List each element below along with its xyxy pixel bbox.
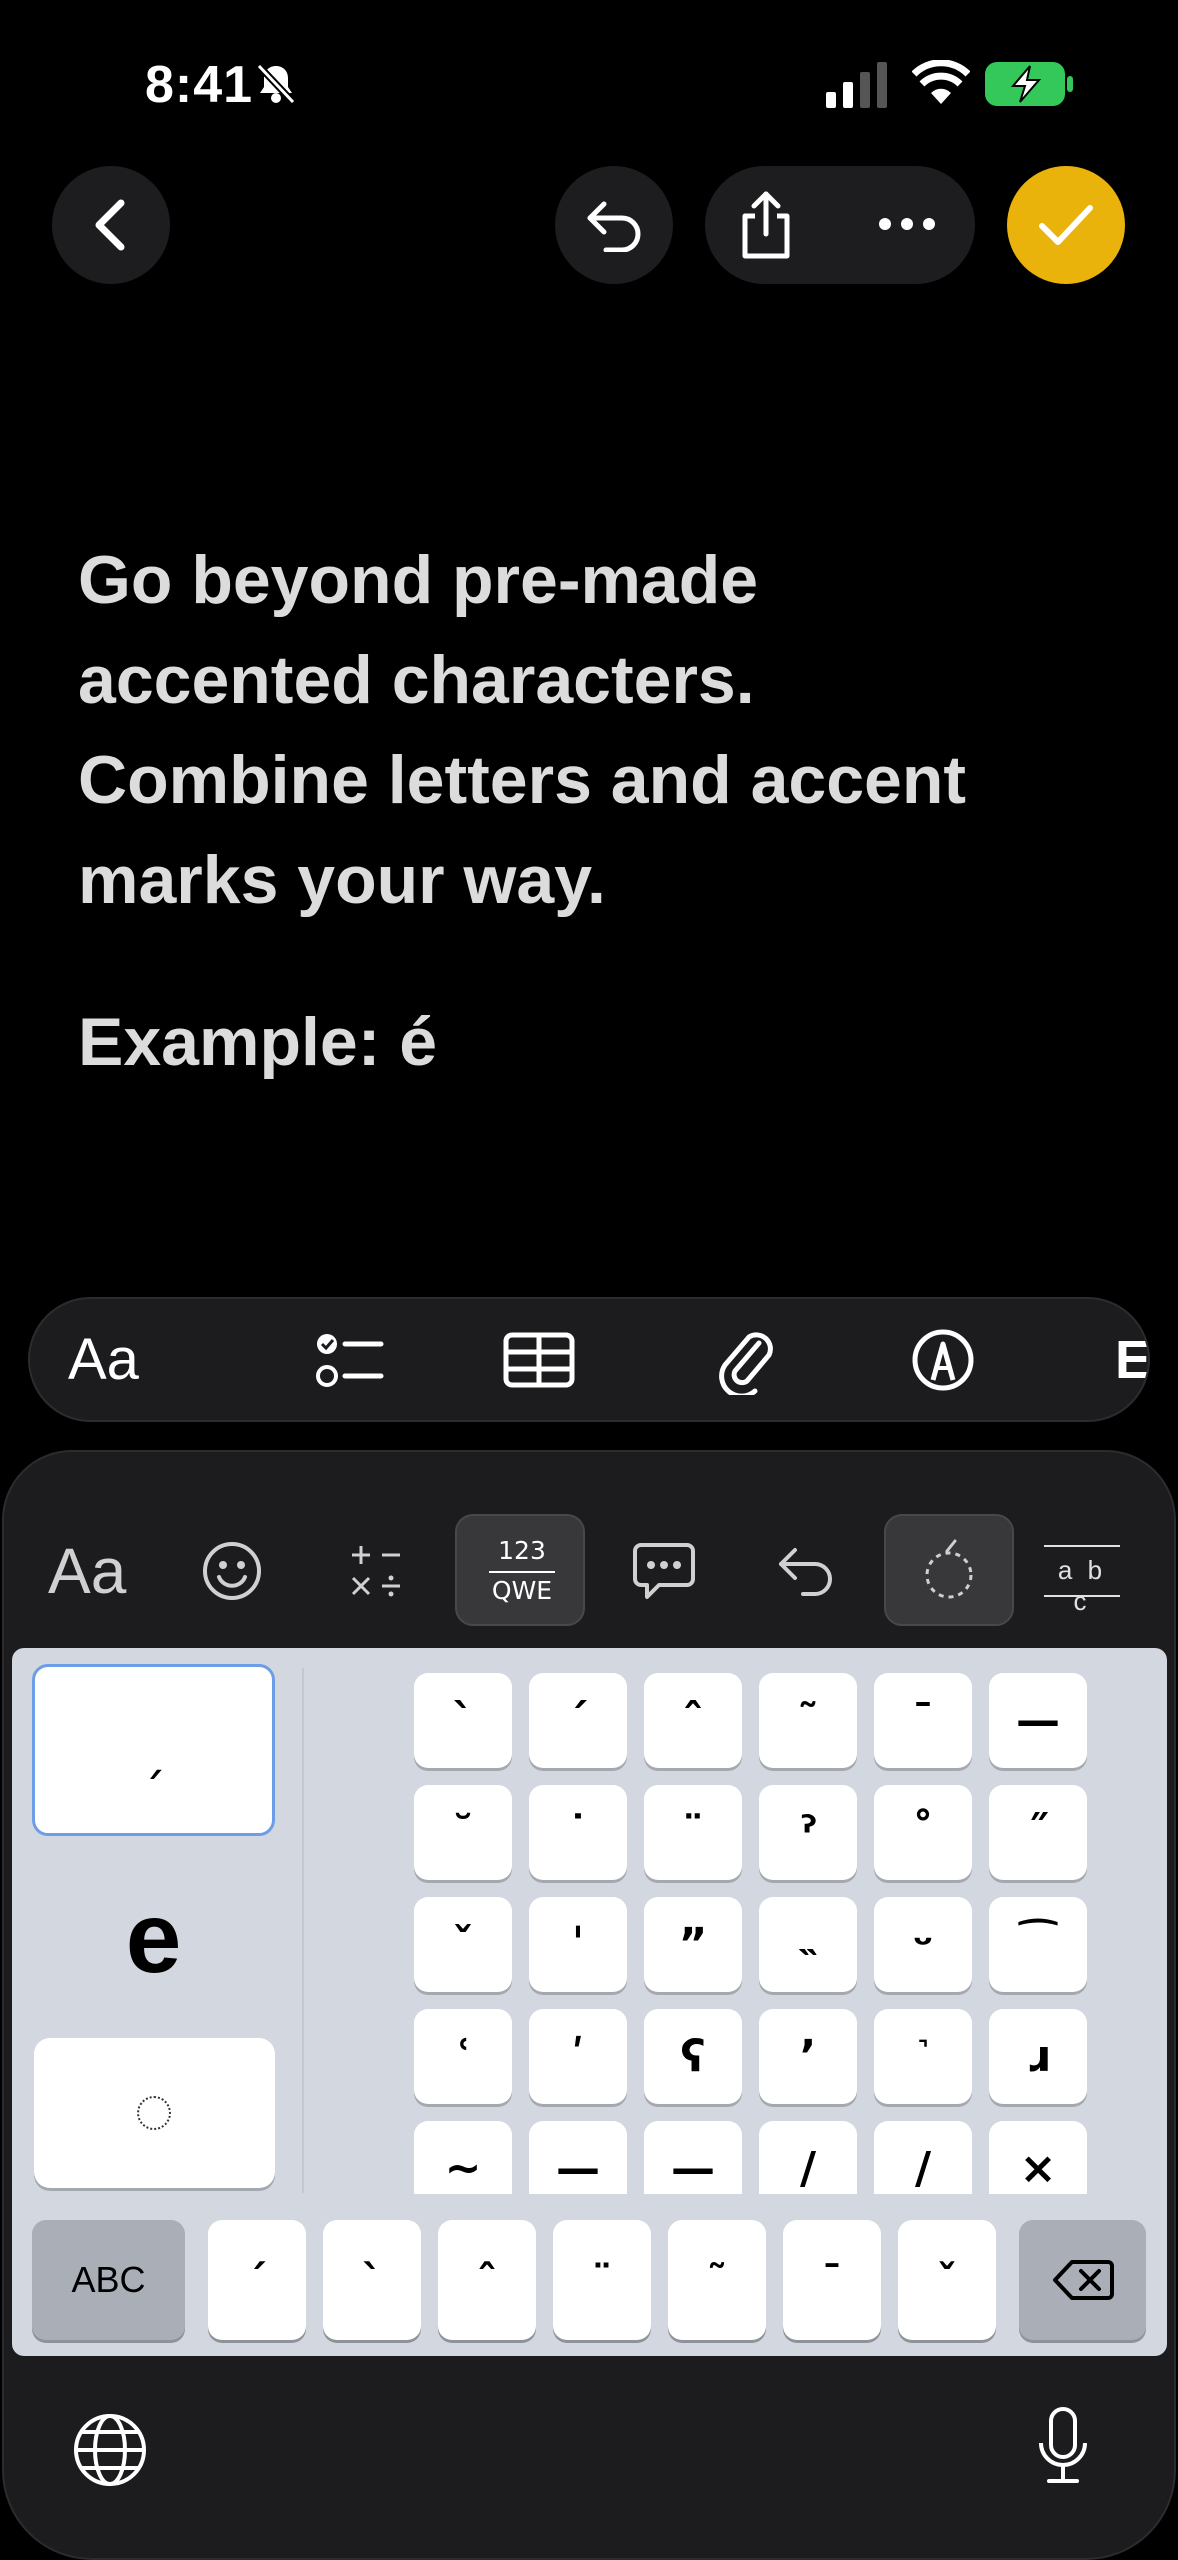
base-letter: e — [125, 1881, 182, 1994]
keyboard-mode-button[interactable]: 123 QWE — [455, 1514, 585, 1626]
math-symbols-button[interactable] — [348, 1515, 404, 1627]
accent-mark-key[interactable]: × — [989, 2121, 1087, 2194]
globe-icon[interactable] — [72, 2412, 148, 2488]
note-line: accented characters. — [78, 642, 755, 718]
share-more-group — [705, 166, 975, 284]
accent-mark-key[interactable]: — — [644, 2121, 742, 2194]
emoji-icon — [203, 1542, 261, 1600]
divider — [302, 1668, 304, 2193]
accent-mark-key[interactable]: — — [989, 1673, 1087, 1768]
dotted-circle-icon — [137, 2096, 171, 2130]
accent-mark-key[interactable]: / — [759, 2121, 857, 2194]
mode-bottom-label: QWE — [491, 1576, 553, 1605]
accent-mark-key[interactable]: ˵ — [759, 1897, 857, 1992]
format-toolbar: Aa E — [28, 1297, 1150, 1422]
lowercase-label: a b c — [1057, 1555, 1107, 1616]
accent-mark-key[interactable]: ˇ — [414, 1897, 512, 1992]
accent-mark-key[interactable]: / — [874, 2121, 972, 2194]
accent-mark-key[interactable]: ˚ — [874, 1785, 972, 1880]
combining-mark-button[interactable] — [884, 1514, 1014, 1626]
accent-mark-key[interactable]: ʹ — [529, 2009, 627, 2104]
accent-mark-key[interactable]: ɹ — [989, 2009, 1087, 2104]
undo-icon — [779, 1548, 832, 1596]
wifi-icon — [912, 60, 970, 104]
quick-mark-key[interactable]: ˋ — [323, 2220, 421, 2340]
quick-mark-key[interactable]: ¨ — [553, 2220, 651, 2340]
accent-mark-key[interactable]: ˆ — [644, 1673, 742, 1768]
accent-mark-key[interactable]: ˜ — [759, 1673, 857, 1768]
clipped-toolbar-item[interactable]: E — [1115, 1299, 1148, 1420]
undo-key[interactable] — [775, 1515, 837, 1627]
checklist-icon — [316, 1333, 384, 1387]
quick-mark-key[interactable]: ˜ — [668, 2220, 766, 2340]
delete-icon — [1052, 2260, 1114, 2300]
share-icon[interactable] — [735, 190, 797, 260]
accent-mark-key[interactable]: ~ — [414, 2121, 512, 2194]
status-time: 8:41 — [145, 56, 254, 114]
accent-mark-key[interactable]: ˘ — [414, 1785, 512, 1880]
accent-mark-key[interactable]: ˋ — [414, 1673, 512, 1768]
quick-mark-key[interactable]: ˇ — [898, 2220, 996, 2340]
attachment-icon — [719, 1331, 773, 1395]
speech-bubble-button[interactable] — [631, 1515, 697, 1627]
markup-button[interactable] — [911, 1299, 975, 1420]
chevron-left-icon — [95, 199, 125, 251]
accent-mark-key[interactable]: ˈ — [529, 1897, 627, 1992]
checklist-button[interactable] — [315, 1299, 385, 1420]
speech-bubble-icon — [633, 1543, 695, 1599]
placeholder-key[interactable] — [34, 2038, 275, 2188]
accent-mark-key[interactable]: ʼ — [759, 2009, 857, 2104]
accent-mark-key[interactable]: ˺ — [874, 2009, 972, 2104]
math-symbols-icon — [351, 1546, 400, 1597]
text-style-button[interactable]: Aa — [68, 1299, 139, 1420]
undo-icon — [587, 201, 641, 252]
composed-preview[interactable]: ˏ — [32, 1664, 275, 1836]
accent-mark-key[interactable]: ⁀ — [989, 1897, 1087, 1992]
accent-mark-key[interactable]: ˝ — [989, 1785, 1087, 1880]
accent-marks-grid: ˋ ˊ ˆ ˜ ˉ — ˘ ˙ ¨ ˀ ˚ ˝ ˇ ˈ ˮ ˵ ᵕ ⁀ ʿ ʹ ʕ ʼ ˺ ɹ ~ — — / / × — [402, 1673, 1102, 2194]
accent-mark-key[interactable]: ˀ — [759, 1785, 857, 1880]
emoji-button[interactable] — [201, 1515, 263, 1627]
done-button[interactable] — [1007, 166, 1125, 284]
note-line: Go beyond pre-made — [78, 542, 759, 618]
accent-mark-key[interactable]: ʿ — [414, 2009, 512, 2104]
note-example[interactable]: Example: é — [78, 1003, 437, 1081]
note-line: marks your way. — [78, 842, 606, 918]
markup-icon — [912, 1329, 974, 1390]
cellular-signal-icon — [826, 62, 887, 108]
note-body[interactable]: Go beyond pre-made accented characters. … — [78, 530, 1118, 930]
quick-mark-key[interactable]: ˊ — [208, 2220, 306, 2340]
undo-button[interactable] — [555, 166, 673, 284]
microphone-icon[interactable] — [1035, 2405, 1091, 2489]
abc-key[interactable]: ABC — [32, 2220, 185, 2340]
accent-key-area: ˏ e ˋ ˊ ˆ ˜ ˉ — ˘ ˙ ¨ ˀ ˚ ˝ ˇ ˈ ˮ ˵ ᵕ ⁀ ʿ ʹ ʕ ʼ ˺ ɹ ~ — — / / × ABC ˊ… — [12, 1648, 1167, 2356]
font-button[interactable]: Aa — [48, 1515, 126, 1627]
table-icon — [503, 1332, 575, 1387]
mode-divider — [489, 1571, 555, 1573]
ellipsis-icon[interactable] — [877, 204, 937, 244]
checkmark-icon — [1039, 205, 1093, 245]
mode-top-label: 123 — [498, 1536, 546, 1565]
table-button[interactable] — [503, 1299, 575, 1420]
accent-mark-key[interactable]: ˊ — [529, 1673, 627, 1768]
accent-mark-key[interactable]: ˙ — [529, 1785, 627, 1880]
accent-mark-key[interactable]: ˮ — [644, 1897, 742, 1992]
accent-mark-key[interactable]: ˉ — [874, 1673, 972, 1768]
accent-mark-key[interactable]: ᵕ — [874, 1897, 972, 1992]
delete-key[interactable] — [1019, 2220, 1146, 2340]
quick-mark-key[interactable]: ˆ — [438, 2220, 536, 2340]
battery-charging-icon — [985, 62, 1073, 106]
accent-mark-key[interactable]: — — [529, 2121, 627, 2194]
lowercase-button[interactable]: a b c — [1044, 1515, 1120, 1627]
combining-mark-icon — [925, 1539, 973, 1599]
status-bar: 8:41 — [0, 0, 1178, 170]
quick-mark-key[interactable]: ˉ — [783, 2220, 881, 2340]
attachment-button[interactable] — [715, 1299, 775, 1420]
back-button[interactable] — [52, 166, 170, 284]
note-line: Combine letters and accent — [78, 742, 967, 818]
accent-mark-key[interactable]: ʕ — [644, 2009, 742, 2104]
accent-mark-key[interactable]: ¨ — [644, 1785, 742, 1880]
bell-slash-icon — [256, 63, 296, 105]
